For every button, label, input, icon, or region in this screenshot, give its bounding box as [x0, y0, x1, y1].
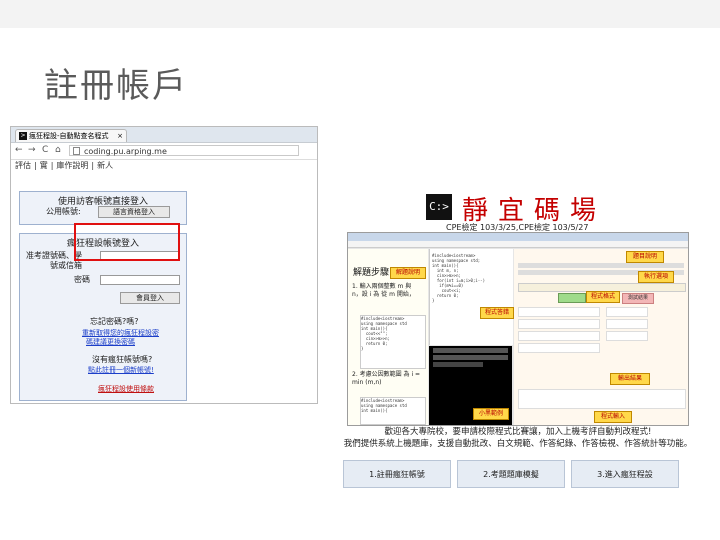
- summary-row: [518, 389, 686, 409]
- forward-icon[interactable]: →: [28, 145, 36, 155]
- password-input[interactable]: [100, 275, 180, 285]
- address-bar[interactable]: coding.pu.arping.me: [69, 145, 299, 156]
- note-read-problem: 題目說明: [626, 251, 664, 263]
- guest-account-label: 公用帳號:: [46, 207, 81, 216]
- result-row: [518, 331, 600, 341]
- result-cell: [606, 319, 648, 329]
- code-sample-1: #include<iostream> using namespace std int…: [360, 315, 426, 369]
- code-sample-2: #include<iostream> using namespace std int…: [360, 397, 426, 425]
- back-icon[interactable]: ←: [15, 145, 23, 155]
- editor-code[interactable]: #include<iostream> using namespace std; in…: [432, 253, 509, 341]
- account-label-line2: 號或信箱: [50, 261, 82, 270]
- step-2-text: 2. 考慮公因數範圍 為 i = min (m,n): [352, 371, 421, 386]
- menu-item-help[interactable]: 庫作說明: [56, 161, 88, 170]
- description-line-1: 歡迎各大專院校，要申請校際程式比賽讓，加入上機考評自動判改程式!: [384, 427, 652, 437]
- guest-login-button[interactable]: 語言資格登入: [98, 206, 170, 218]
- result-row: [518, 343, 600, 353]
- menu-item-eval[interactable]: 評估: [15, 161, 31, 170]
- site-favicon-icon: >: [19, 132, 27, 140]
- note-run-options: 執行選項: [638, 271, 674, 283]
- address-url: coding.pu.arping.me: [84, 147, 167, 156]
- steps-heading: 解題步驟: [353, 268, 390, 278]
- run-tab[interactable]: [558, 293, 586, 303]
- app-menu-bar: [348, 241, 688, 248]
- coding-app-screenshot: 解題步驟 解題說明 1. 輸入兩個整數 m 與 n，設 i 為 從 m 開始， …: [347, 232, 689, 426]
- step-1-text: 1. 輸入兩個整數 m 與 n，設 i 為 從 m 開始，: [352, 283, 415, 298]
- problem-bank-button[interactable]: 2.考題題庫模擬: [457, 460, 565, 488]
- enter-site-button[interactable]: 3.進入瘋狂程設: [571, 460, 679, 488]
- result-row: [518, 319, 600, 329]
- change-password-link[interactable]: 碼建議更換密碼: [86, 337, 135, 347]
- browser-screenshot: > 瘋狂程設-自動點查名程式 × ← → C ⌂ coding.pu.arping…: [10, 126, 318, 404]
- menu-separator: |: [91, 161, 95, 170]
- page-title: 註冊帳戶: [44, 66, 188, 106]
- terms-link[interactable]: 瘋狂程設使用條款: [98, 384, 154, 394]
- note-test-result: 測試結果: [622, 293, 654, 304]
- signup-title: 沒有瘋狂帳號嗎?: [92, 355, 153, 364]
- note-format: 程式格式: [586, 291, 620, 303]
- tab-label: 瘋狂程設-自動點查名程式: [29, 132, 109, 140]
- reload-icon[interactable]: C: [42, 145, 48, 155]
- note-answer: 輸出結果: [610, 373, 650, 385]
- home-icon[interactable]: ⌂: [55, 145, 61, 155]
- note-code-input: 程式輸入: [594, 411, 632, 423]
- guest-login-panel: 使用訪客帳號直接登入 公用帳號: 語言資格登入: [19, 191, 187, 225]
- forgot-password-title: 忘記密碼?嗎?: [90, 317, 139, 326]
- console-output-pane: 小黑範例: [429, 346, 512, 425]
- signup-link[interactable]: 點此註冊一個新帳號!: [88, 365, 154, 375]
- menu-separator: |: [34, 161, 37, 170]
- browser-tab[interactable]: > 瘋狂程設-自動點查名程式 ×: [15, 129, 127, 142]
- page-icon: [73, 147, 80, 155]
- note-sample-output: 小黑範例: [473, 408, 509, 420]
- menu-item-practice[interactable]: 實: [40, 161, 48, 170]
- site-description: 歡迎各大專院校，要申請校際程式比賽讓，加入上機考評自動判改程式! 我們提供系統上…: [338, 426, 698, 450]
- problem-steps-pane: 解題步驟 解題說明 1. 輸入兩個整數 m 與 n，設 i 為 從 m 開始， …: [348, 249, 428, 425]
- result-cell: [606, 331, 648, 341]
- test-result-pane: 題目說明 執行選項 程式格式 測試結果 輸出結果 程式輸入: [514, 249, 688, 425]
- result-cell: [606, 307, 648, 317]
- signup-highlight-box: [74, 223, 180, 261]
- slide-top-bar: [0, 0, 720, 28]
- note-run-result: 程式答錯: [480, 307, 514, 319]
- site-logo: C:>: [426, 194, 452, 220]
- close-icon[interactable]: ×: [117, 130, 123, 142]
- menu-separator: |: [50, 161, 54, 170]
- description-line-2: 我們提供系統上機題庫，支援自動批改、白文規範、作答紀錄、作答檢視、作答統計等功能…: [343, 439, 693, 449]
- login-page: 使用訪客帳號直接登入 公用帳號: 語言資格登入 瘋狂程設帳號登入 准考證號碼、學…: [11, 171, 317, 403]
- code-editor-pane[interactable]: #include<iostream> using namespace std; in…: [429, 249, 514, 345]
- browser-toolbar: ← → C ⌂ coding.pu.arping.me: [11, 143, 317, 160]
- member-login-button[interactable]: 會員登入: [120, 292, 180, 304]
- app-window-title: [348, 233, 688, 241]
- password-label: 密碼: [74, 275, 90, 284]
- result-row: [518, 307, 600, 317]
- register-account-button[interactable]: 1.註冊瘋狂帳號: [343, 460, 451, 488]
- note-problem-desc: 解題說明: [390, 267, 426, 279]
- menu-item-newbie[interactable]: 新人: [97, 161, 113, 170]
- browser-tab-strip: > 瘋狂程設-自動點查名程式 ×: [11, 127, 317, 143]
